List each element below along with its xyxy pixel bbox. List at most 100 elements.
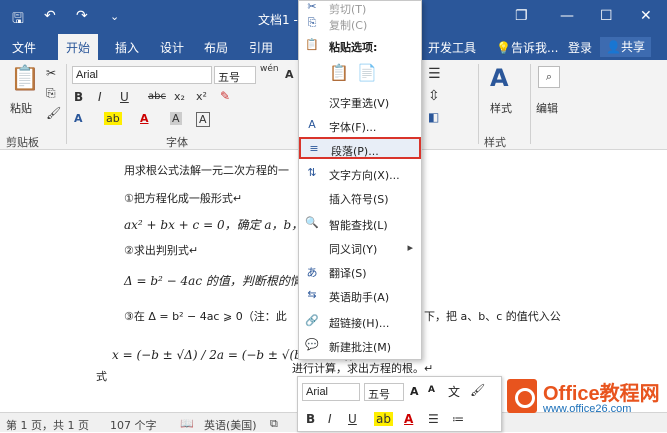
menu-item-reconversion[interactable]: 汉字重选(V) bbox=[299, 91, 421, 113]
tab-home[interactable]: 开始 bbox=[58, 34, 99, 60]
menu-item-copy[interactable]: ⎘ 复制(C) bbox=[299, 13, 421, 35]
tab-developer[interactable]: 开发工具 bbox=[428, 39, 476, 56]
text-effect-icon[interactable]: A bbox=[74, 112, 83, 125]
redo-icon[interactable]: ↷ bbox=[76, 8, 88, 24]
minimize-icon[interactable]: — bbox=[560, 8, 574, 24]
line-spacing-icon[interactable]: ⇳ bbox=[428, 88, 440, 104]
macro-record-icon[interactable]: ⧉ bbox=[270, 417, 278, 431]
tab-layout[interactable]: 布局 bbox=[204, 39, 228, 56]
editing-button-label[interactable]: 编辑 bbox=[536, 100, 558, 116]
qat-more-icon[interactable]: ⌄ bbox=[110, 10, 119, 23]
font-color-icon[interactable]: A bbox=[140, 112, 149, 125]
tab-insert[interactable]: 插入 bbox=[115, 39, 139, 56]
char-shading-icon[interactable]: A bbox=[170, 112, 182, 125]
tab-file[interactable]: 文件 bbox=[12, 39, 36, 56]
page-count[interactable]: 第 1 页，共 1 页 bbox=[6, 417, 89, 433]
bold-button[interactable]: B bbox=[74, 90, 83, 104]
window-title: 文档1 - bbox=[258, 13, 298, 27]
mini-font-size[interactable]: 五号 bbox=[364, 383, 404, 401]
office-logo-icon bbox=[507, 379, 537, 413]
phonetic-guide-icon[interactable]: wén bbox=[260, 64, 279, 74]
undo-icon[interactable]: ↶ bbox=[44, 8, 56, 24]
paste-label[interactable]: 粘贴 bbox=[10, 100, 32, 116]
doc-line-2: ①把方程化成一般形式↵ bbox=[124, 192, 243, 205]
font-grow-icon[interactable]: A bbox=[285, 68, 294, 81]
menu-item-hyperlink[interactable]: 🔗 超链接(H)... bbox=[299, 311, 421, 333]
menu-item-synonyms[interactable]: 同义词(Y) ▸ bbox=[299, 237, 421, 259]
tell-me-label: 告诉我... bbox=[510, 41, 559, 55]
mini-bold-button[interactable]: B bbox=[306, 412, 315, 426]
underline-button[interactable]: U bbox=[120, 90, 129, 104]
cut-icon[interactable]: ✂ bbox=[46, 66, 56, 80]
copy-icon[interactable]: ⎘ bbox=[46, 86, 56, 101]
paste-options-row: 📋 📄 bbox=[299, 59, 421, 89]
menu-label: 插入符号(S) bbox=[329, 193, 389, 206]
menu-item-translate[interactable]: あ 翻译(S) bbox=[299, 261, 421, 283]
mini-underline-button[interactable]: U bbox=[348, 412, 357, 426]
context-menu: ✂ 剪切(T) ⎘ 复制(C) 📋 粘贴选项: 📋 📄 汉字重选(V) A 字体… bbox=[298, 0, 422, 360]
mini-numbering-icon[interactable]: ≔ bbox=[452, 412, 464, 426]
menu-label: 粘贴选项: bbox=[329, 41, 378, 54]
font-name-box[interactable]: Arial bbox=[72, 66, 212, 84]
mini-shrink-font-icon[interactable]: A bbox=[428, 385, 435, 395]
proofing-icon[interactable]: 📖 bbox=[180, 417, 194, 430]
tab-references[interactable]: 引用 bbox=[249, 39, 273, 56]
english-assistant-icon: ⇆ bbox=[307, 288, 317, 301]
ribbon-display-icon[interactable]: ❐ bbox=[515, 8, 528, 24]
mini-format-painter-icon[interactable]: 🖌 bbox=[470, 383, 485, 397]
styles-button-label[interactable]: 样式 bbox=[490, 100, 512, 116]
hyperlink-icon: 🔗 bbox=[305, 314, 319, 327]
menu-item-english-assistant[interactable]: ⇆ 英语助手(A) bbox=[299, 285, 421, 307]
menu-item-paragraph[interactable]: ≡ 段落(P)... bbox=[299, 137, 421, 159]
menu-item-insert-symbol[interactable]: 插入符号(S) bbox=[299, 187, 421, 209]
search-icon[interactable]: ⌕ bbox=[538, 66, 560, 88]
shading-icon[interactable]: ◧ bbox=[428, 110, 439, 124]
bullets-icon[interactable]: ☰ bbox=[428, 66, 441, 82]
paste-text-only-icon[interactable]: 📄 bbox=[357, 63, 377, 82]
divider bbox=[66, 64, 67, 144]
lightbulb-icon: 💡 bbox=[496, 41, 511, 55]
mini-font-color-icon[interactable]: A bbox=[404, 412, 413, 426]
maximize-icon[interactable]: ☐ bbox=[600, 8, 613, 24]
menu-label: 英语助手(A) bbox=[329, 291, 390, 304]
smart-lookup-icon: 🔍 bbox=[305, 216, 319, 229]
mini-bullets-icon[interactable]: ☰ bbox=[428, 412, 439, 426]
clear-format-icon[interactable]: ✎ bbox=[220, 89, 230, 103]
menu-item-paste-options: 📋 粘贴选项: bbox=[299, 35, 421, 57]
divider bbox=[478, 64, 479, 144]
doc-line-4: ②求出判别式↵ bbox=[124, 244, 199, 257]
menu-item-new-comment[interactable]: 💬 新建批注(M) bbox=[299, 335, 421, 357]
mini-highlight-icon[interactable]: ab bbox=[374, 412, 393, 426]
subscript-button[interactable]: x₂ bbox=[174, 90, 185, 103]
font-size-box[interactable]: 五号 bbox=[214, 66, 256, 84]
language[interactable]: 英语(美国) bbox=[204, 417, 257, 433]
share-button[interactable]: 👤共享 bbox=[600, 37, 651, 57]
tell-me-search[interactable]: 💡告诉我... bbox=[496, 39, 558, 56]
paste-keep-format-icon[interactable]: 📋 bbox=[329, 63, 349, 82]
menu-item-font[interactable]: A 字体(F)... bbox=[299, 115, 421, 137]
format-painter-icon[interactable]: 🖌 bbox=[46, 106, 61, 120]
close-icon[interactable]: ✕ bbox=[640, 8, 652, 24]
strikethrough-button[interactable]: abc bbox=[148, 91, 166, 102]
styles-icon[interactable]: A bbox=[490, 64, 509, 92]
mini-font-name[interactable]: Arial bbox=[302, 383, 360, 401]
paste-icon[interactable]: 📋 bbox=[10, 64, 46, 98]
font-icon: A bbox=[308, 118, 316, 131]
menu-item-smart-lookup[interactable]: 🔍 智能查找(L) bbox=[299, 213, 421, 235]
tab-design[interactable]: 设计 bbox=[160, 39, 184, 56]
person-icon: 👤 bbox=[606, 40, 621, 54]
word-count[interactable]: 107 个字 bbox=[110, 417, 157, 433]
italic-button[interactable]: I bbox=[98, 90, 102, 104]
menu-item-text-direction[interactable]: ⇅ 文字方向(X)... bbox=[299, 163, 421, 185]
doc-line-6b: 下，把 a、b、c 的值代入公 bbox=[424, 310, 561, 323]
menu-label: 新建批注(M) bbox=[329, 341, 392, 354]
superscript-button[interactable]: x² bbox=[196, 90, 207, 103]
login-link[interactable]: 登录 bbox=[568, 39, 592, 56]
mini-phonetic-icon[interactable]: 文 bbox=[448, 383, 460, 400]
save-icon[interactable]: 🖫 bbox=[12, 8, 24, 32]
highlight-icon[interactable]: ab bbox=[104, 112, 122, 125]
mini-grow-font-icon[interactable]: A bbox=[410, 385, 419, 398]
doc-line-1: 用求根公式法解一元二次方程的一 bbox=[124, 164, 289, 177]
mini-italic-button[interactable]: I bbox=[328, 412, 332, 426]
char-border-icon[interactable]: A bbox=[196, 112, 210, 127]
